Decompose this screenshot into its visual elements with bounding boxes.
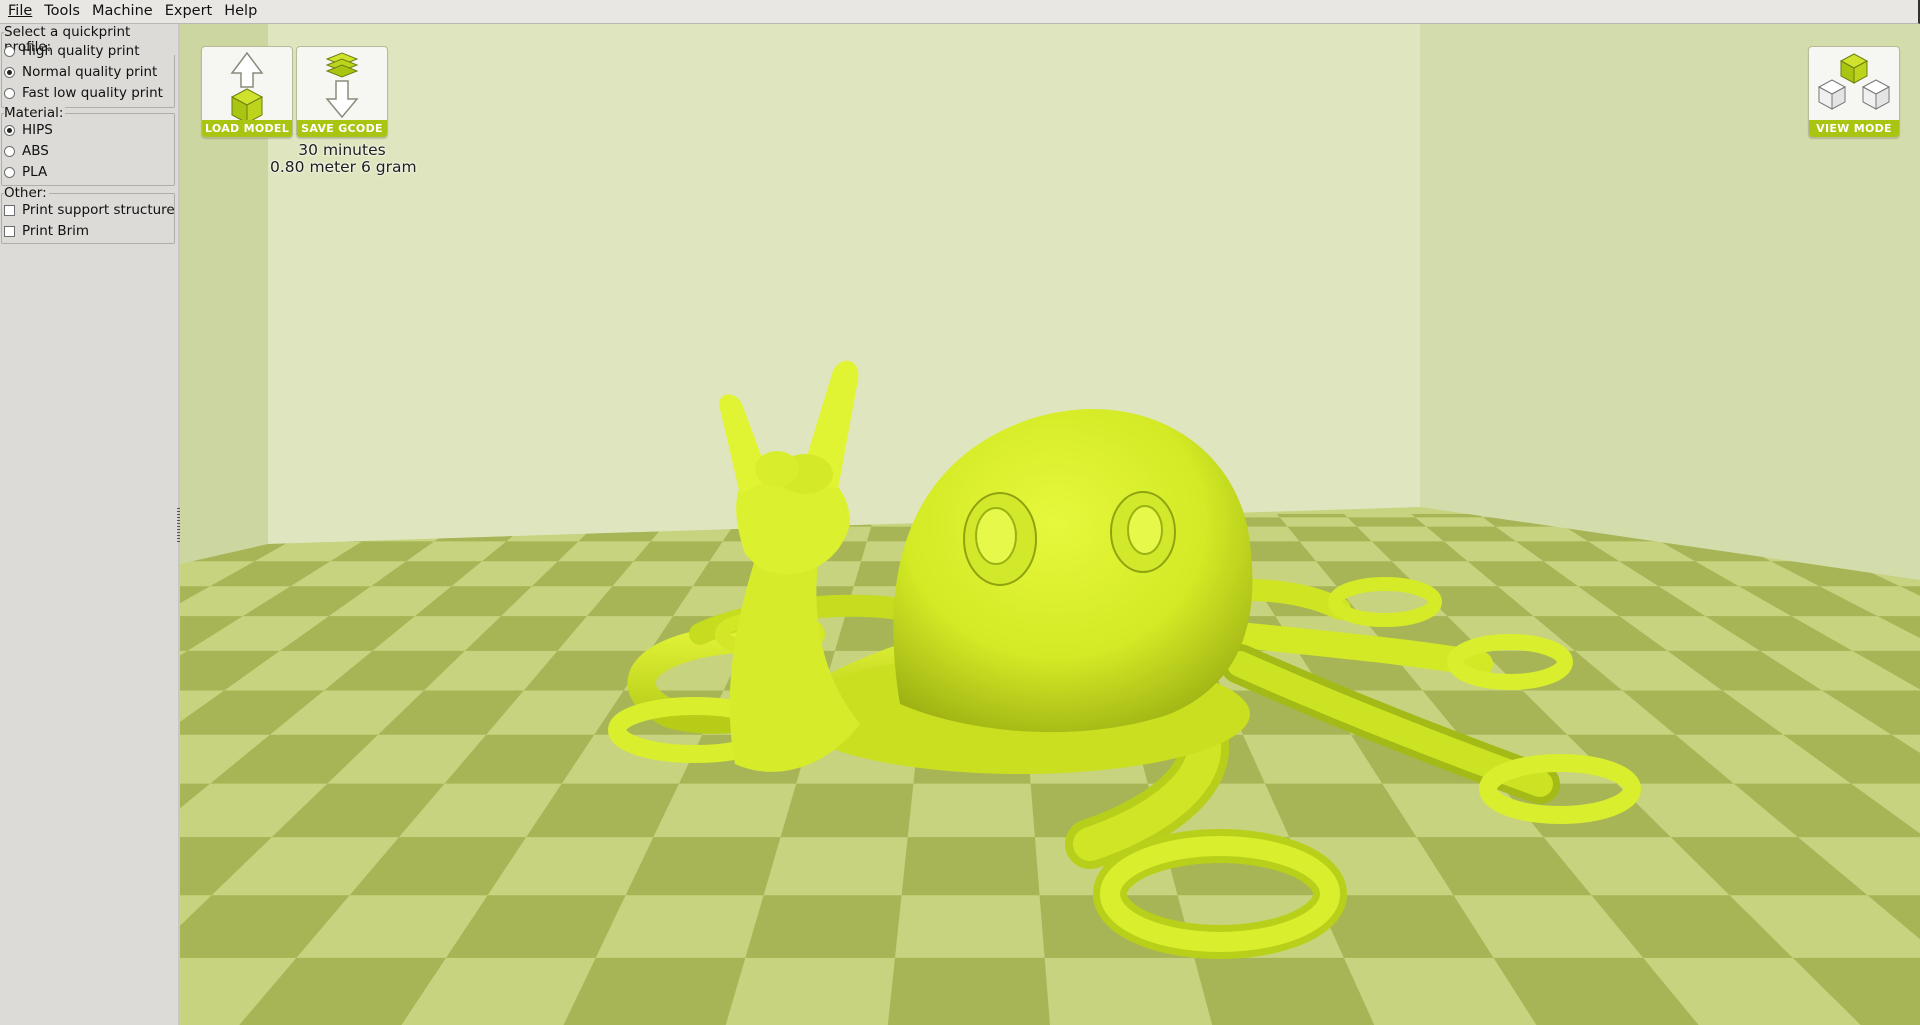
view-mode-button[interactable]: VIEW MODE <box>1808 46 1900 138</box>
menu-help[interactable]: Help <box>218 0 263 23</box>
floor-tile <box>1194 957 1375 1025</box>
other-group-label: Other: <box>4 185 49 201</box>
floor-tile <box>901 837 1040 896</box>
checkbox[interactable] <box>4 225 15 237</box>
save-gcode-button[interactable]: SAVE GCODE <box>296 46 388 138</box>
material-option-hips[interactable]: HIPS <box>4 120 53 140</box>
radio-button[interactable] <box>4 166 15 178</box>
material-group-label: Material: <box>4 105 66 121</box>
print-time: 30 minutes <box>298 141 386 159</box>
profile-option-high[interactable]: High quality print <box>4 41 140 61</box>
3d-viewport[interactable]: LOAD MODEL SAVE GCODE VIEW MODE 30 minut… <box>180 24 1920 1025</box>
settings-sidebar: Select a quickprint profile: High qualit… <box>0 24 180 1025</box>
floor-tile <box>1276 514 1348 518</box>
radio-button[interactable] <box>4 45 15 57</box>
menu-tools[interactable]: Tools <box>38 0 86 23</box>
floor-tile <box>1347 517 1427 527</box>
menu-expert[interactable]: Expert <box>159 0 219 23</box>
load-model-button[interactable]: LOAD MODEL <box>201 46 293 138</box>
radio-button-selected[interactable] <box>4 66 15 78</box>
support-structure-option[interactable]: Print support structure <box>4 200 175 220</box>
radio-button[interactable] <box>4 87 15 99</box>
load-model-label: LOAD MODEL <box>202 120 292 137</box>
menu-file[interactable]: File <box>0 0 38 23</box>
radio-button-selected[interactable] <box>4 124 15 136</box>
build-volume-scene <box>180 24 1920 1025</box>
menu-machine[interactable]: Machine <box>86 0 159 23</box>
radio-button[interactable] <box>4 145 15 157</box>
profile-option-fast[interactable]: Fast low quality print <box>4 83 163 103</box>
material-option-abs[interactable]: ABS <box>4 141 49 161</box>
material-option-pla[interactable]: PLA <box>4 162 47 182</box>
floor-tile <box>780 783 914 838</box>
menu-bar: File Tools Machine Expert Help <box>0 0 1920 24</box>
floor-tile <box>745 895 902 958</box>
profile-option-normal[interactable]: Normal quality print <box>4 62 157 82</box>
print-brim-option[interactable]: Print Brim <box>4 221 89 241</box>
save-gcode-label: SAVE GCODE <box>297 120 387 137</box>
checkbox[interactable] <box>4 204 15 216</box>
print-material-amount: 0.80 meter 6 gram <box>270 158 417 176</box>
view-mode-label: VIEW MODE <box>1809 120 1899 137</box>
floor-tile <box>887 957 1050 1025</box>
